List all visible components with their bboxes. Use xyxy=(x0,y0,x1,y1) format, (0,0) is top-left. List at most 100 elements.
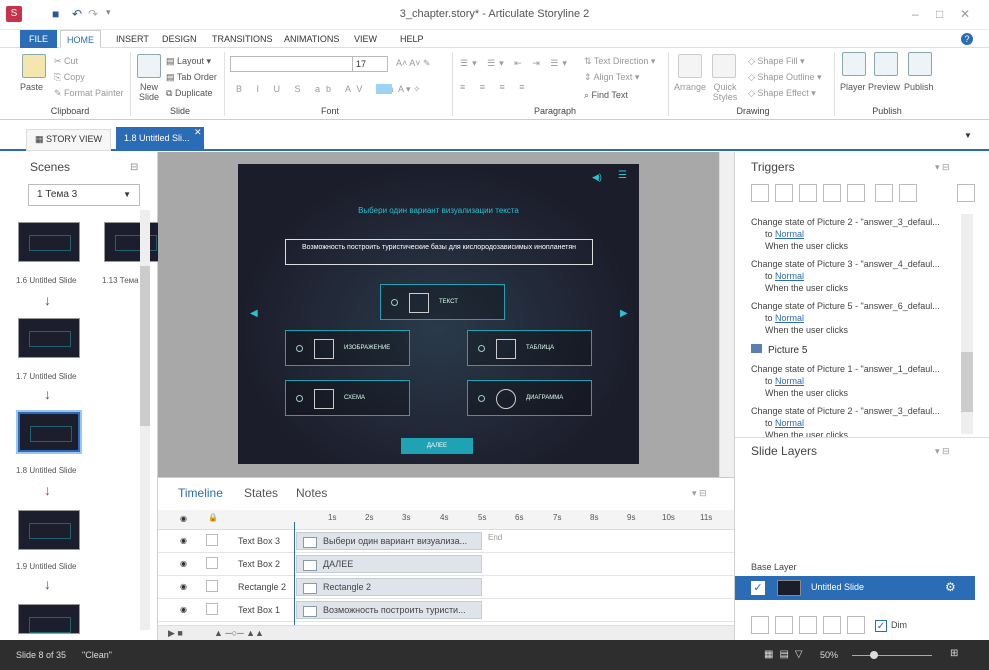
paste-icon[interactable] xyxy=(22,54,46,78)
play-icon[interactable]: ▶ ■ xyxy=(168,628,183,639)
zoom-slider-knob[interactable] xyxy=(870,651,878,659)
timeline-bar[interactable]: Rectangle 2 xyxy=(296,578,482,596)
timeline-bar[interactable]: Возможность построить туристи... xyxy=(296,601,482,619)
text-direction-button[interactable]: ⇅ Text Direction ▾ xyxy=(584,56,655,67)
panel-collapse-icon[interactable]: ▾ ⊟ xyxy=(935,162,950,173)
copy-layer-icon[interactable] xyxy=(799,616,817,634)
answer-image[interactable]: ИЗОБРАЖЕНИЕ xyxy=(285,330,410,366)
tab-view[interactable]: VIEW xyxy=(348,30,383,48)
move-up-icon[interactable] xyxy=(875,184,893,202)
trigger-item[interactable]: Change state of Picture 3 - "answer_4_de… xyxy=(751,258,940,294)
lock-icon[interactable]: 🔒 xyxy=(208,513,218,522)
tab-notes[interactable]: Notes xyxy=(296,486,327,500)
view-icons[interactable]: ▦▤▽ xyxy=(764,649,809,660)
grow-font-icon[interactable]: A˄ A˅ ✎ xyxy=(396,58,431,69)
tab-home[interactable]: HOME xyxy=(60,30,101,48)
answer-diagram[interactable]: ДИАГРАММА xyxy=(467,380,592,416)
duplicate-layer-icon[interactable] xyxy=(775,616,793,634)
timeline-row[interactable]: ◉ Text Box 3 Выбери один вариант визуализа… xyxy=(158,530,734,553)
playhead[interactable] xyxy=(294,522,295,640)
slide-thumbnail[interactable] xyxy=(18,318,80,358)
quick-styles-icon[interactable] xyxy=(712,54,736,78)
publish-button[interactable]: Publish xyxy=(904,82,934,92)
zoom-slider[interactable] xyxy=(852,655,932,656)
close-tab-icon[interactable]: ✕ xyxy=(194,127,202,138)
triggers-scrollbar-thumb[interactable] xyxy=(961,352,973,412)
edit-trigger-icon[interactable] xyxy=(775,184,793,202)
tab-design[interactable]: DESIGN xyxy=(156,30,203,48)
tab-insert[interactable]: INSERT xyxy=(110,30,155,48)
trigger-item[interactable]: Change state of Picture 1 - "answer_1_de… xyxy=(751,363,940,399)
panel-collapse-icon[interactable]: ▾ ⊟ xyxy=(935,446,950,457)
trigger-state-link[interactable]: Normal xyxy=(775,271,804,281)
tab-timeline[interactable]: Timeline xyxy=(178,486,223,500)
paste-layer-icon[interactable] xyxy=(823,616,841,634)
timeline-bar[interactable]: ДАЛЕЕ xyxy=(296,555,482,573)
layout-button[interactable]: ▤ Layout ▾ xyxy=(166,56,211,67)
zoom-slider-icon[interactable]: ▲ ─○─ ▲▲ xyxy=(214,628,264,638)
maximize-icon[interactable]: □ xyxy=(936,7,943,21)
slide-thumbnail[interactable] xyxy=(18,222,80,262)
shape-fill-button[interactable]: ◇ Shape Fill ▾ xyxy=(748,56,804,67)
tab-order-button[interactable]: ▤ Tab Order xyxy=(166,72,217,83)
next-arrow-icon[interactable]: ▶ xyxy=(620,308,628,319)
slide-thumbnail[interactable] xyxy=(104,222,166,262)
duplicate-button[interactable]: ⧉ Duplicate xyxy=(166,88,212,99)
eye-icon[interactable]: ◉ xyxy=(180,514,187,523)
trigger-item[interactable]: Change state of Picture 5 - "answer_6_de… xyxy=(751,300,940,336)
answer-table[interactable]: ТАБЛИЦА xyxy=(467,330,592,366)
trigger-group[interactable]: Picture 5 xyxy=(751,344,807,356)
copy-button[interactable]: ⎘ Copy xyxy=(54,72,85,83)
lock-toggle[interactable] xyxy=(206,557,218,569)
panel-collapse-icon[interactable]: ▾ ⊟ xyxy=(692,488,707,499)
trigger-state-link[interactable]: Normal xyxy=(775,418,804,428)
shape-outline-button[interactable]: ◇ Shape Outline ▾ xyxy=(748,72,822,83)
menu-icon[interactable]: ☰ xyxy=(618,170,627,181)
panel-collapse-icon[interactable]: ⊟ xyxy=(130,162,138,173)
tab-animations[interactable]: ANIMATIONS xyxy=(278,30,345,48)
timeline-bar[interactable]: Выбери один вариант визуализа... xyxy=(296,532,482,550)
delete-trigger-icon[interactable] xyxy=(847,184,865,202)
trigger-item[interactable]: Change state of Picture 2 - "answer_3_de… xyxy=(751,216,940,252)
preview-button[interactable]: Preview xyxy=(868,82,900,92)
base-layer-row[interactable]: ✓ Untitled Slide ⚙ xyxy=(735,576,975,600)
eye-icon[interactable]: ◉ xyxy=(180,582,190,591)
font-size-input[interactable]: 17 xyxy=(352,56,388,72)
sound-icon[interactable]: ◀) xyxy=(592,172,602,183)
slide-thumbnail-selected[interactable] xyxy=(16,410,82,454)
scene-dropdown[interactable]: 1 Тема 3 ▼ xyxy=(28,184,140,206)
dim-checkbox[interactable]: ✓ xyxy=(875,620,887,632)
arrange-icon[interactable] xyxy=(678,54,702,78)
paste-button[interactable]: Paste xyxy=(20,82,43,92)
font-color-icon[interactable]: A ▾ ✧ xyxy=(398,84,421,95)
format-painter-button[interactable]: ✎ Format Painter xyxy=(54,88,124,99)
variables-icon[interactable] xyxy=(957,184,975,202)
slide-canvas[interactable]: ◀) ☰ Выбери один вариант визуализации те… xyxy=(238,164,639,464)
find-text-button[interactable]: ⌕ Find Text xyxy=(584,90,628,101)
trigger-state-link[interactable]: Normal xyxy=(775,229,804,239)
slide-thumbnail[interactable] xyxy=(18,604,80,634)
gear-icon[interactable]: ⚙ xyxy=(945,580,956,594)
answer-text[interactable]: ТЕКСТ xyxy=(380,284,505,320)
highlight-icon[interactable] xyxy=(376,84,392,94)
trigger-item[interactable]: Change state of Picture 2 - "answer_3_de… xyxy=(751,405,940,437)
paste-trigger-icon[interactable] xyxy=(823,184,841,202)
trigger-state-link[interactable]: Normal xyxy=(775,376,804,386)
scenes-scrollbar-thumb[interactable] xyxy=(140,266,150,426)
preview-icon[interactable] xyxy=(874,52,898,76)
lock-toggle[interactable] xyxy=(206,603,218,615)
timeline-row[interactable]: ◉ Text Box 2 ДАЛЕЕ xyxy=(158,553,734,576)
stage-scrollbar[interactable] xyxy=(719,152,734,477)
shape-effect-button[interactable]: ◇ Shape Effect ▾ xyxy=(748,88,816,99)
timeline-row[interactable]: ◉ Rectangle 2 Rectangle 2 xyxy=(158,576,734,599)
tab-states[interactable]: States xyxy=(244,486,278,500)
lock-toggle[interactable] xyxy=(206,580,218,592)
arrange-button[interactable]: Arrange xyxy=(674,82,706,92)
fit-icon[interactable]: ⊞ xyxy=(950,648,958,659)
tabs-overflow-icon[interactable]: ▼ xyxy=(964,131,972,140)
tab-file[interactable]: FILE xyxy=(20,30,58,48)
eye-icon[interactable]: ◉ xyxy=(180,605,190,614)
move-down-icon[interactable] xyxy=(899,184,917,202)
new-slide-button[interactable]: New Slide xyxy=(137,82,161,102)
player-button[interactable]: Player xyxy=(840,82,866,92)
